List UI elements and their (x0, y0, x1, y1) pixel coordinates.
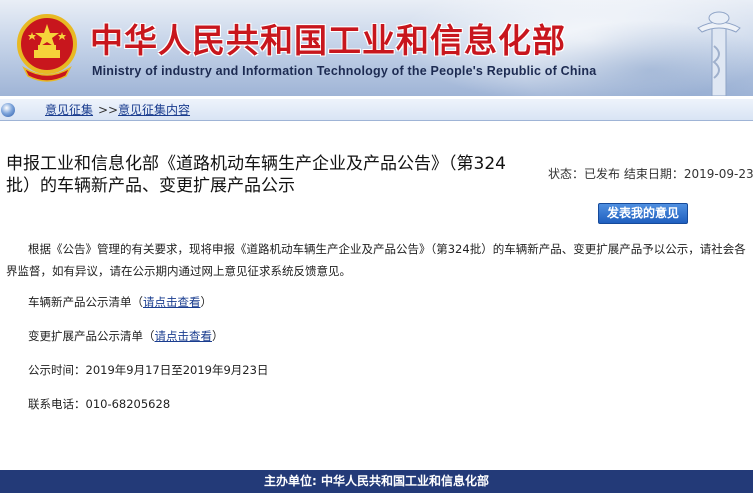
new-product-list-line: 车辆新产品公示清单（请点击查看） (28, 295, 212, 309)
breadcrumb: 意见征集 >> 意见征集内容 (0, 99, 753, 121)
contact-phone-label: 联系电话： (28, 397, 86, 411)
site-subtitle: Ministry of industry and Information Tec… (92, 64, 597, 78)
breadcrumb-separator: >> (98, 103, 119, 117)
status-label: 状态： (548, 167, 585, 181)
end-date-label: 结束日期： (623, 167, 684, 181)
end-date-value: 2019-09-23 (683, 167, 753, 181)
intro-paragraph: 根据《公告》管理的有关要求，现将申报《道路机动车辆生产企业及产品公告》（第324… (6, 242, 746, 278)
status-line: 状态：已发布 结束日期：2019-09-23 (548, 165, 753, 182)
huabiao-pillar-icon (697, 11, 741, 96)
site-title: 中华人民共和国工业和信息化部 (90, 21, 566, 60)
extension-product-list-label: 变更扩展产品公示清单 (28, 329, 143, 343)
national-emblem-icon (17, 14, 77, 82)
publicity-period-line: 公示时间：2019年9月17日至2019年9月23日 (28, 362, 753, 378)
article-title: 申报工业和信息化部《道路机动车辆生产企业及产品公告》（第324批）的车辆新产品、… (6, 154, 506, 196)
extension-product-list-line: 变更扩展产品公示清单（请点击查看） (28, 329, 224, 343)
new-product-list-label: 车辆新产品公示清单 (28, 295, 132, 309)
post-comment-button[interactable]: 发表我的意见 (598, 203, 688, 224)
breadcrumb-link-opinion-content[interactable]: 意见征集内容 (118, 99, 190, 121)
publicity-period-value: 2019年9月17日至2019年9月23日 (85, 363, 269, 377)
globe-icon (1, 103, 15, 117)
breadcrumb-link-opinion-collection[interactable]: 意见征集 (45, 99, 93, 121)
extension-product-list-link[interactable]: 请点击查看 (155, 329, 213, 343)
contact-phone-line: 联系电话：010-68205628 (28, 396, 753, 412)
contact-phone-value: 010-68205628 (85, 397, 171, 411)
footer-sponsor: 主办单位: 中华人民共和国工业和信息化部 (0, 470, 753, 493)
new-product-list-link[interactable]: 请点击查看 (143, 295, 201, 309)
status-value: 已发布 (584, 167, 621, 181)
site-banner: 中华人民共和国工业和信息化部 Ministry of industry and … (0, 0, 753, 96)
publicity-period-label: 公示时间： (28, 363, 86, 377)
